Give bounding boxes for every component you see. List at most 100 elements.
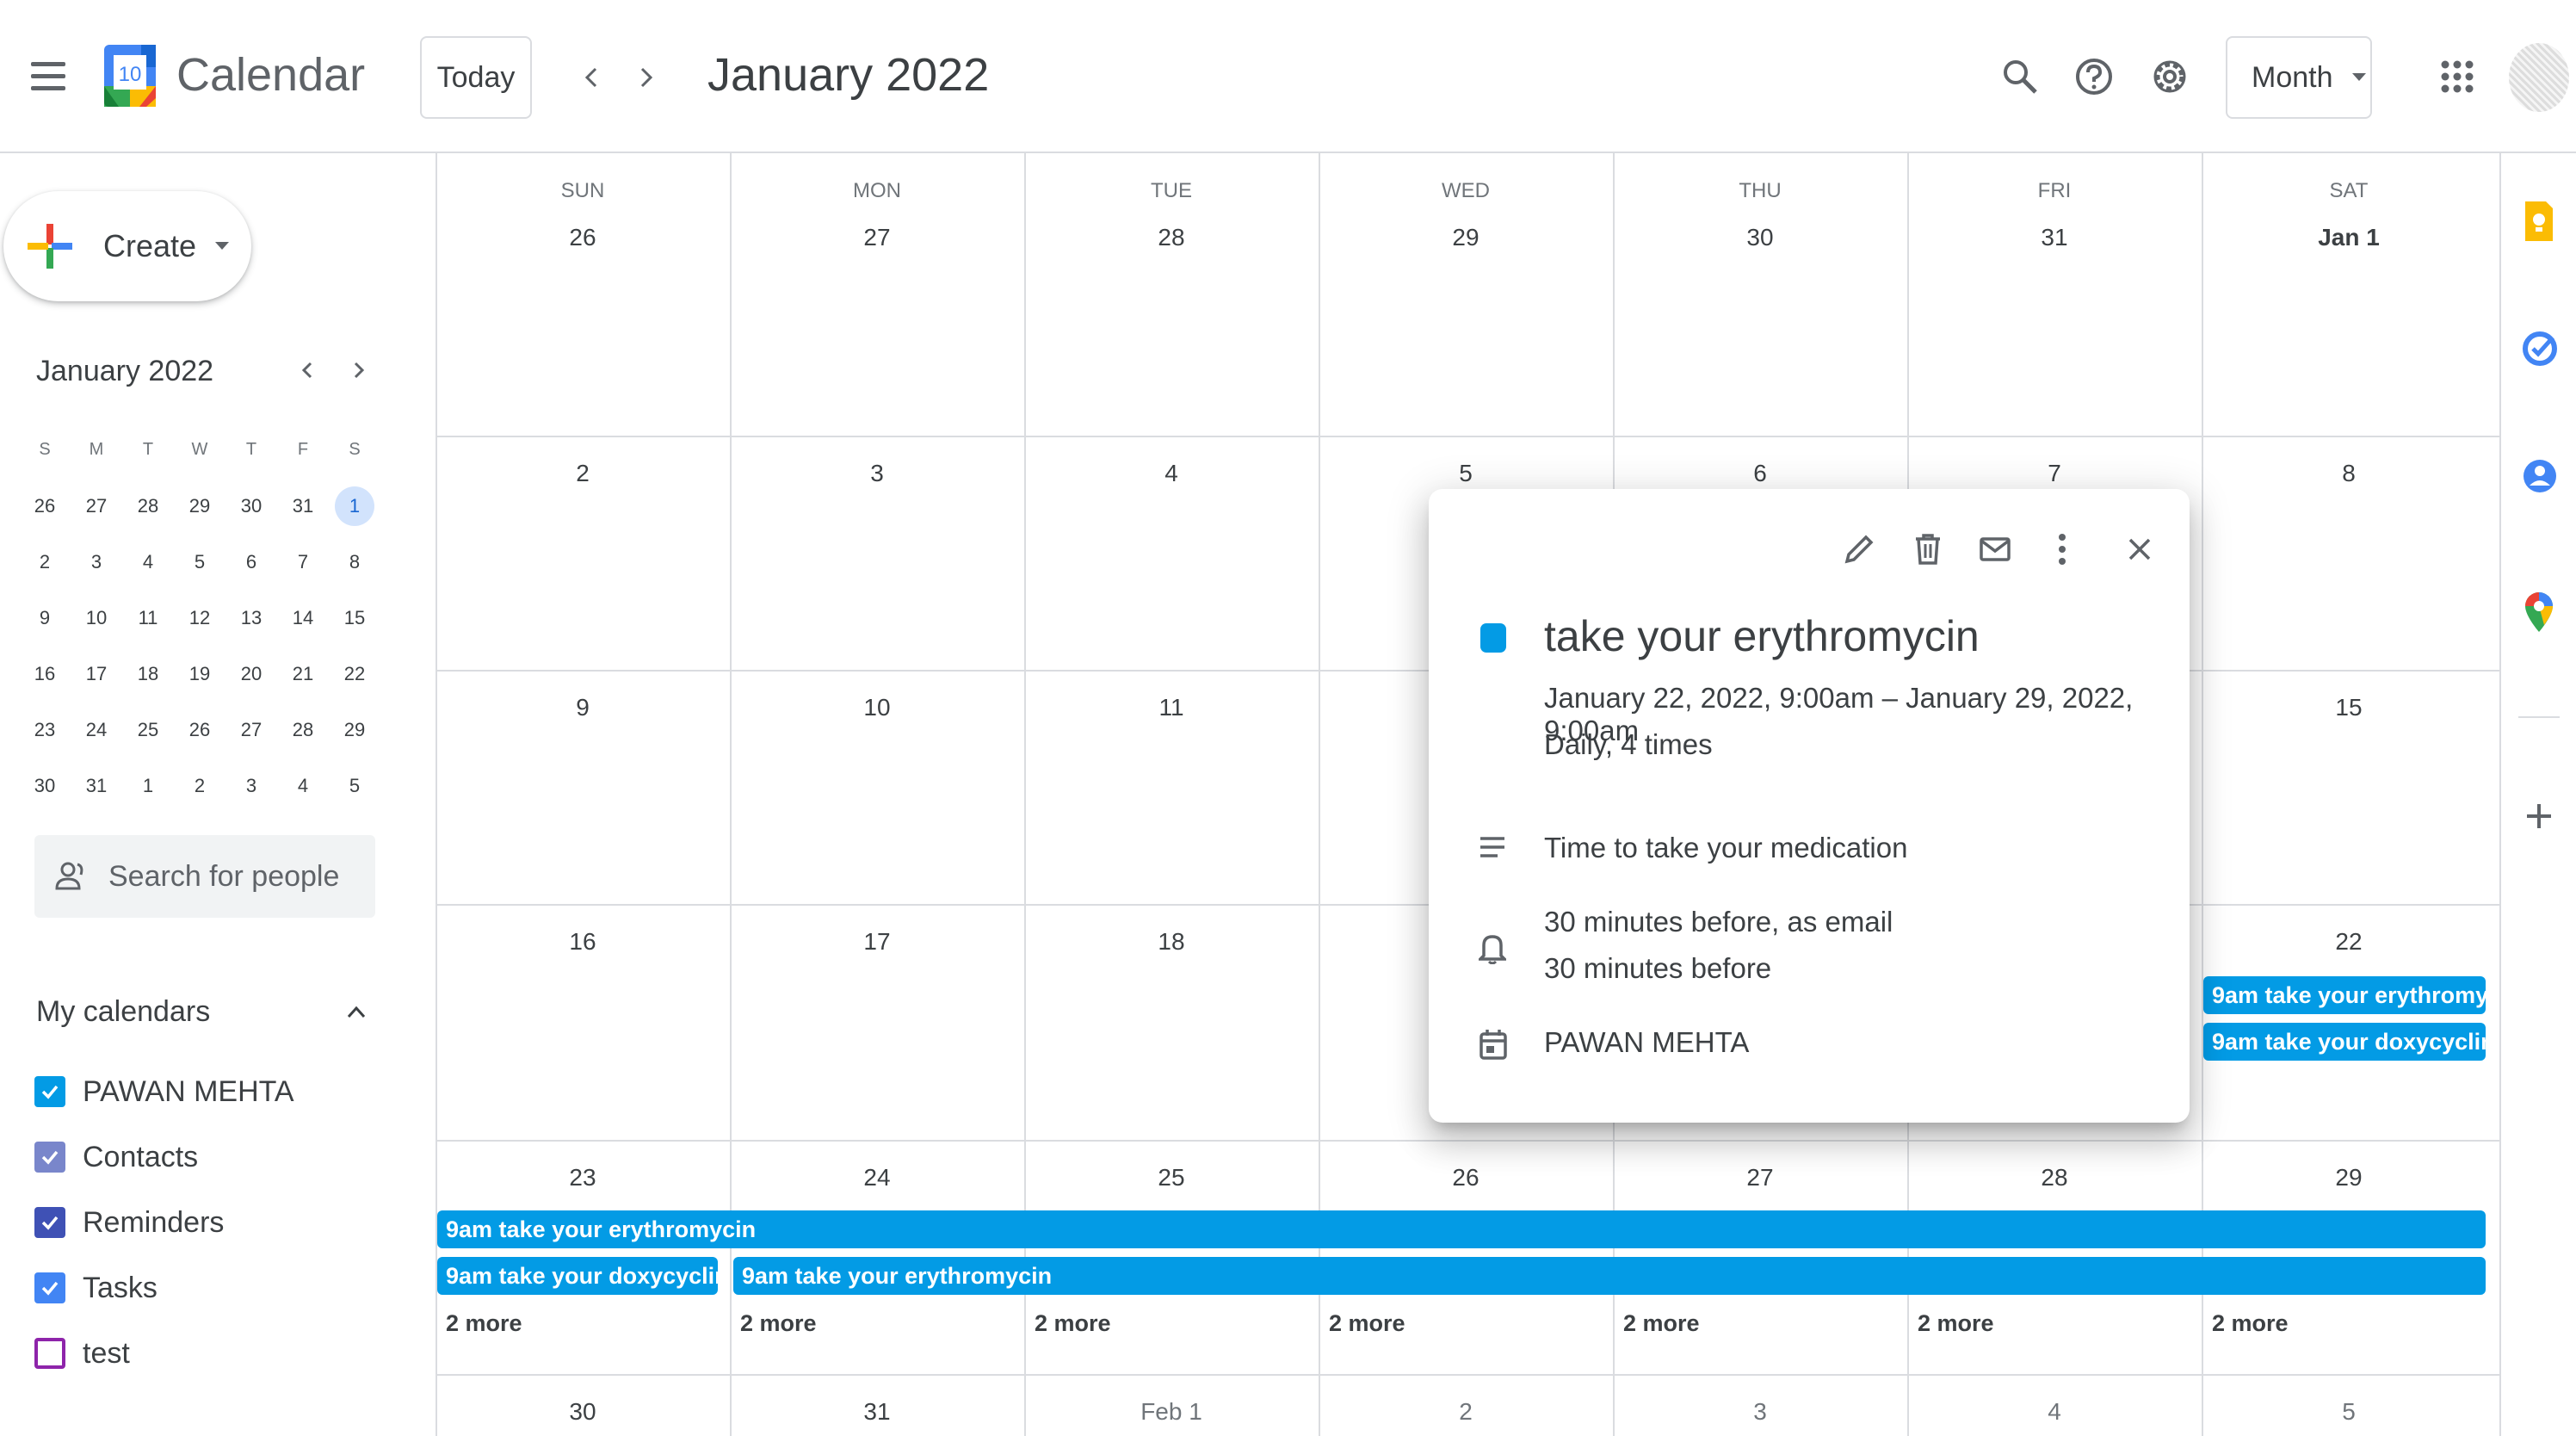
mini-day[interactable]: 19 [174, 663, 225, 685]
day-number[interactable]: 27 [1613, 1164, 1907, 1192]
day-number[interactable]: 6 [1613, 460, 1907, 487]
mini-day[interactable]: 25 [122, 719, 174, 741]
checkbox-checked-icon[interactable] [34, 1142, 65, 1173]
calendar-item-reminders[interactable]: Reminders [34, 1198, 224, 1247]
day-number[interactable]: 5 [2202, 1398, 2496, 1426]
mini-day[interactable]: 2 [19, 551, 71, 573]
mini-day[interactable]: 9 [19, 607, 71, 629]
day-number[interactable]: 10 [730, 694, 1024, 721]
mini-day[interactable]: 4 [122, 551, 174, 573]
calendar-item-test[interactable]: test [34, 1329, 130, 1377]
more-events-link[interactable]: 2 more [1623, 1310, 1700, 1337]
day-number[interactable]: 15 [2202, 694, 2496, 721]
edit-pencil-icon[interactable] [1833, 523, 1885, 575]
more-events-link[interactable]: 2 more [2212, 1310, 2289, 1337]
event-chip[interactable]: 9am take your doxycycline [437, 1257, 718, 1295]
mini-day[interactable]: 15 [329, 607, 380, 629]
add-addon-plus-icon[interactable] [2523, 801, 2554, 836]
more-events-link[interactable]: 2 more [1918, 1310, 1994, 1337]
mini-day[interactable]: 30 [19, 775, 71, 797]
event-bar[interactable]: 9am take your erythromycin [437, 1210, 2486, 1248]
mini-day[interactable]: 11 [122, 607, 174, 629]
mini-day[interactable]: 13 [225, 607, 277, 629]
create-button[interactable]: Create [3, 191, 251, 301]
day-number[interactable]: 4 [1907, 1398, 2202, 1426]
more-options-icon[interactable] [2036, 523, 2088, 575]
main-menu-icon[interactable] [31, 62, 65, 91]
delete-trash-icon[interactable] [1902, 523, 1954, 575]
mini-day[interactable]: 18 [122, 663, 174, 685]
mini-day[interactable]: 29 [329, 719, 380, 741]
email-guests-icon[interactable] [1969, 523, 2021, 575]
next-period-icon[interactable] [620, 52, 671, 103]
mini-day[interactable]: 3 [71, 551, 122, 573]
more-events-link[interactable]: 2 more [1329, 1310, 1405, 1337]
day-number[interactable]: 27 [730, 224, 1024, 251]
day-number[interactable]: 30 [436, 1398, 730, 1426]
day-number[interactable]: 7 [1907, 460, 2202, 487]
day-number[interactable]: 3 [1613, 1398, 1907, 1426]
tasks-icon[interactable] [2522, 331, 2558, 371]
day-number[interactable]: 25 [1024, 1164, 1319, 1192]
my-calendars-title[interactable]: My calendars [36, 995, 210, 1029]
mini-day[interactable]: 5 [174, 551, 225, 573]
day-number[interactable]: 3 [730, 460, 1024, 487]
day-number[interactable]: 26 [1319, 1164, 1613, 1192]
day-number[interactable]: 29 [2202, 1164, 2496, 1192]
day-number[interactable]: 28 [1024, 224, 1319, 251]
mini-day[interactable]: 26 [174, 719, 225, 741]
mini-day-selected[interactable]: 1 [329, 486, 380, 526]
day-number[interactable]: 28 [1907, 1164, 2202, 1192]
search-people-input[interactable]: Search for people [34, 835, 375, 918]
contacts-icon[interactable] [2522, 458, 2558, 498]
mini-day[interactable]: 27 [225, 719, 277, 741]
mini-day[interactable]: 23 [19, 719, 71, 741]
calendar-item-tasks[interactable]: Tasks [34, 1264, 158, 1312]
mini-next-month-icon[interactable] [332, 344, 384, 396]
close-icon[interactable] [2114, 523, 2165, 575]
today-button[interactable]: Today [420, 36, 532, 119]
mini-day[interactable]: 28 [277, 719, 329, 741]
mini-prev-month-icon[interactable] [282, 344, 334, 396]
collapse-chevron-up-icon[interactable] [330, 987, 382, 1038]
day-number[interactable]: 11 [1024, 694, 1319, 721]
mini-day[interactable]: 24 [71, 719, 122, 741]
day-number[interactable]: 17 [730, 928, 1024, 956]
event-chip[interactable]: 9am take your erythromycin [2203, 976, 2486, 1014]
settings-gear-icon[interactable] [2140, 46, 2200, 107]
day-number[interactable]: 24 [730, 1164, 1024, 1192]
day-number[interactable]: 9 [436, 694, 730, 721]
account-avatar[interactable] [2509, 43, 2569, 112]
day-number[interactable]: Feb 1 [1024, 1398, 1319, 1426]
checkbox-checked-icon[interactable] [34, 1272, 65, 1303]
mini-day[interactable]: 3 [225, 775, 277, 797]
google-apps-icon[interactable] [2427, 46, 2487, 107]
help-icon[interactable] [2064, 46, 2124, 107]
mini-day[interactable]: 30 [225, 495, 277, 517]
checkbox-checked-icon[interactable] [34, 1207, 65, 1238]
mini-day[interactable]: 7 [277, 551, 329, 573]
mini-day[interactable]: 31 [277, 495, 329, 517]
event-bar[interactable]: 9am take your erythromycin [733, 1257, 2486, 1295]
mini-day[interactable]: 16 [19, 663, 71, 685]
mini-day[interactable]: 2 [174, 775, 225, 797]
mini-day[interactable]: 27 [71, 495, 122, 517]
calendar-item-pawan-mehta[interactable]: PAWAN MEHTA [34, 1068, 294, 1116]
mini-day[interactable]: 6 [225, 551, 277, 573]
day-number[interactable]: 31 [730, 1398, 1024, 1426]
mini-day[interactable]: 14 [277, 607, 329, 629]
mini-day[interactable]: 8 [329, 551, 380, 573]
mini-day[interactable]: 21 [277, 663, 329, 685]
day-number[interactable]: 2 [436, 460, 730, 487]
event-chip[interactable]: 9am take your doxycycline [2203, 1023, 2486, 1061]
day-number[interactable]: 22 [2202, 928, 2496, 956]
more-events-link[interactable]: 2 more [1035, 1310, 1111, 1337]
mini-day[interactable]: 17 [71, 663, 122, 685]
more-events-link[interactable]: 2 more [740, 1310, 817, 1337]
mini-day[interactable]: 29 [174, 495, 225, 517]
day-number[interactable]: 23 [436, 1164, 730, 1192]
keep-icon[interactable] [2522, 200, 2556, 247]
day-number[interactable]: 31 [1907, 224, 2202, 251]
mini-day[interactable]: 5 [329, 775, 380, 797]
mini-day[interactable]: 1 [122, 775, 174, 797]
